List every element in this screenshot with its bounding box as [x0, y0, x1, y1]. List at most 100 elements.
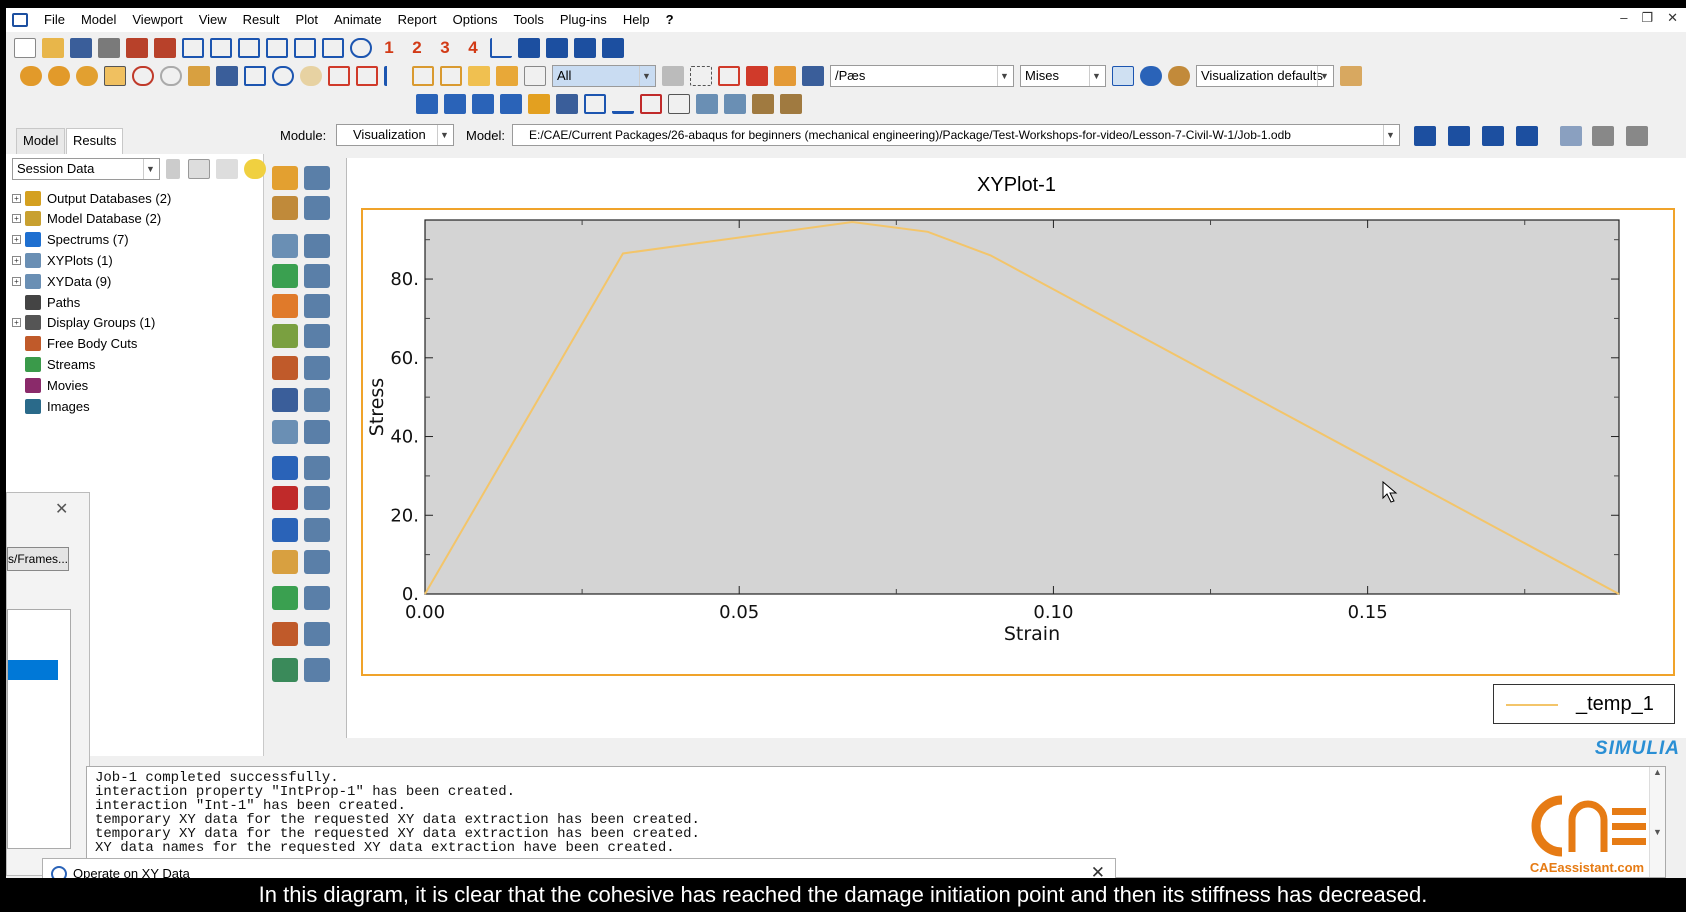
last-frame-icon[interactable]: [1516, 126, 1538, 146]
part-icon[interactable]: [774, 66, 796, 86]
cycle-icon[interactable]: [384, 66, 406, 86]
render-icon[interactable]: [20, 66, 42, 86]
tree-item[interactable]: Images: [12, 396, 90, 416]
deformed-icon[interactable]: [272, 196, 298, 220]
close-icon[interactable]: ✕: [55, 499, 68, 519]
tree-item[interactable]: Movies: [12, 375, 88, 395]
iso-view-icon[interactable]: [350, 38, 372, 58]
tree-icon[interactable]: [188, 66, 210, 86]
overlay-icon[interactable]: [272, 324, 298, 348]
material-icon[interactable]: [272, 264, 298, 288]
viewport-4-icon[interactable]: [500, 94, 522, 114]
viewport-3-icon[interactable]: [472, 94, 494, 114]
tab-model[interactable]: Model: [16, 128, 66, 154]
restore-icon[interactable]: ❐: [1641, 10, 1653, 26]
user-view-2-button[interactable]: 2: [406, 37, 428, 59]
expand-icon[interactable]: +: [12, 235, 21, 245]
menu-animate[interactable]: Animate: [326, 8, 390, 32]
selected-list-item[interactable]: [8, 660, 58, 680]
box-view-icon[interactable]: [1340, 66, 1362, 86]
close-icon[interactable]: ✕: [1091, 863, 1105, 878]
cut-icon[interactable]: [272, 550, 298, 574]
invariant-combo[interactable]: Mises ▼: [1020, 65, 1106, 87]
view-cut-icon[interactable]: [272, 658, 298, 682]
view-xz-icon[interactable]: [266, 38, 288, 58]
deformed-icon-options[interactable]: [304, 196, 330, 220]
menu-plugins[interactable]: Plug-ins: [552, 8, 615, 32]
plot-legend[interactable]: _temp_1: [1493, 684, 1675, 724]
query-icon[interactable]: [272, 456, 298, 480]
palette-icon[interactable]: [1168, 66, 1190, 86]
minimize-icon[interactable]: –: [1620, 10, 1627, 26]
tree-item[interactable]: + Model Database (2): [12, 209, 161, 229]
app-icon[interactable]: [12, 13, 28, 27]
tree-item[interactable]: Streams: [12, 354, 95, 374]
first-frame-icon[interactable]: [1414, 126, 1436, 146]
menu-help[interactable]: Help: [615, 8, 658, 32]
expand-icon[interactable]: +: [12, 214, 21, 224]
undo-icon[interactable]: [132, 66, 154, 86]
animate-icon-options[interactable]: [304, 356, 330, 380]
tree-item[interactable]: + XYData (9): [12, 271, 111, 291]
next-frame-icon[interactable]: [1482, 126, 1504, 146]
export-icon[interactable]: [154, 38, 176, 58]
visualization-defaults-combo[interactable]: Visualization defaults ▼: [1196, 65, 1334, 87]
box-zoom-icon[interactable]: [328, 66, 350, 86]
menu-result[interactable]: Result: [235, 8, 288, 32]
selection-filter-combo[interactable]: All ▼: [552, 65, 656, 87]
pointer-icon[interactable]: [668, 94, 690, 114]
animate-icon[interactable]: [272, 356, 298, 380]
viewport-grid-icon[interactable]: [556, 94, 578, 114]
overlay-icon-options[interactable]: [304, 324, 330, 348]
view-yx-icon[interactable]: [210, 38, 232, 58]
menu-report[interactable]: Report: [390, 8, 445, 32]
menu-viewport[interactable]: Viewport: [124, 8, 190, 32]
hidden-line-icon[interactable]: [440, 66, 462, 86]
viewport-1-icon[interactable]: [416, 94, 438, 114]
whats-this-icon[interactable]: ?: [658, 8, 682, 32]
user-view-3-button[interactable]: 3: [434, 37, 456, 59]
menu-file[interactable]: File: [36, 8, 73, 32]
import-icon[interactable]: [126, 38, 148, 58]
annotation-arrow-icon[interactable]: [584, 94, 606, 114]
shaded-icon[interactable]: [496, 66, 518, 86]
close-icon[interactable]: ✕: [1667, 10, 1678, 26]
field-output-icon[interactable]: [802, 66, 824, 86]
camera-icon[interactable]: [1626, 126, 1648, 146]
box-select-icon[interactable]: [690, 66, 712, 86]
magnify-icon[interactable]: [300, 66, 322, 86]
viewport-link-icon[interactable]: [528, 94, 550, 114]
xy-data-icon[interactable]: [272, 388, 298, 412]
symbol-icon-options[interactable]: [304, 234, 330, 258]
model-combo[interactable]: E:/CAE/Current Packages/26-abaqus for be…: [512, 124, 1400, 146]
redo-icon[interactable]: [160, 66, 182, 86]
filter-icon[interactable]: [216, 159, 238, 179]
path-icon[interactable]: [272, 420, 298, 444]
menu-view[interactable]: View: [191, 8, 235, 32]
symbol-icon[interactable]: [272, 234, 298, 258]
filled-icon[interactable]: [468, 66, 490, 86]
contour-icon[interactable]: [272, 166, 298, 190]
last-frame-icon[interactable]: [602, 38, 624, 58]
auto-fit-icon[interactable]: [356, 66, 378, 86]
view-xy-icon[interactable]: [182, 38, 204, 58]
select-arrow-icon[interactable]: [524, 66, 546, 86]
tree-item[interactable]: + Spectrums (7): [12, 230, 129, 250]
expand-icon[interactable]: +: [12, 193, 21, 203]
cut-icon-options[interactable]: [304, 550, 330, 574]
tree-item[interactable]: Free Body Cuts: [12, 334, 137, 354]
expand-icon[interactable]: +: [12, 276, 21, 286]
view-zx-icon[interactable]: [238, 38, 260, 58]
tree-item[interactable]: + Output Databases (2): [12, 188, 171, 208]
text-annotation-icon[interactable]: [640, 94, 662, 114]
movie-camera-icon[interactable]: [1592, 126, 1614, 146]
refresh-icon[interactable]: [1112, 66, 1134, 86]
expand-icon[interactable]: +: [12, 255, 21, 265]
tab-results[interactable]: Results: [66, 128, 124, 154]
material-icon-options[interactable]: [304, 264, 330, 288]
contour-icon-options[interactable]: [304, 166, 330, 190]
new-file-icon[interactable]: [14, 38, 36, 58]
user-view-4-button[interactable]: 4: [462, 37, 484, 59]
free-body-icon-options[interactable]: [304, 622, 330, 646]
annotation-list-icon[interactable]: [696, 94, 718, 114]
